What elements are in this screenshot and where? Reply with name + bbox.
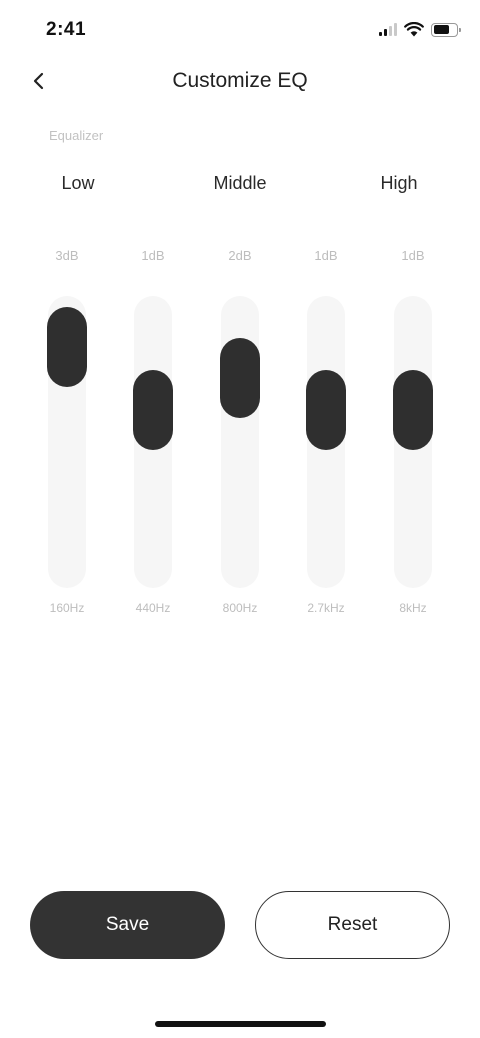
- status-icons: [379, 22, 461, 37]
- eq-slider-160hz: 3dB 160Hz: [37, 248, 97, 620]
- eq-slider-track[interactable]: [220, 296, 260, 588]
- eq-slider-thumb[interactable]: [306, 370, 346, 450]
- eq-slider-8khz: 1dB 8kHz: [383, 248, 443, 620]
- eq-slider-track[interactable]: [306, 296, 346, 588]
- nav-bar: Customize EQ: [0, 58, 480, 104]
- band-group-low: Low: [61, 173, 95, 193]
- band-group-high: High: [380, 173, 418, 193]
- page-title: Customize EQ: [172, 69, 308, 92]
- eq-slider-track[interactable]: [133, 296, 173, 588]
- reset-button[interactable]: Reset: [255, 891, 450, 959]
- eq-frequency-label: 2.7kHz: [307, 601, 345, 615]
- eq-gain-value: 2dB: [228, 248, 252, 263]
- band-group-middle: Middle: [213, 173, 267, 193]
- save-button[interactable]: Save: [30, 891, 225, 959]
- eq-gain-value: 1dB: [314, 248, 338, 263]
- eq-slider-thumb[interactable]: [220, 338, 260, 418]
- eq-slider-track[interactable]: [47, 296, 87, 588]
- eq-gain-value: 3dB: [55, 248, 79, 263]
- eq-frequency-label: 160Hz: [49, 601, 85, 615]
- section-label: Equalizer: [49, 128, 104, 143]
- eq-gain-value: 1dB: [401, 248, 425, 263]
- status-time: 2:41: [46, 19, 87, 40]
- home-indicator: [155, 1021, 326, 1027]
- eq-slider-thumb[interactable]: [133, 370, 173, 450]
- battery-icon: [431, 22, 461, 37]
- eq-slider-2-7khz: 1dB 2.7kHz: [296, 248, 356, 620]
- eq-slider-800hz: 2dB 800Hz: [210, 248, 270, 620]
- eq-gain-value: 1dB: [141, 248, 165, 263]
- status-bar: 2:41: [0, 0, 480, 60]
- eq-slider-440hz: 1dB 440Hz: [123, 248, 183, 620]
- eq-frequency-label: 440Hz: [135, 601, 171, 615]
- eq-frequency-label: 800Hz: [222, 601, 258, 615]
- cellular-signal-icon: [379, 23, 397, 36]
- eq-slider-thumb[interactable]: [47, 307, 87, 387]
- eq-slider-thumb[interactable]: [393, 370, 433, 450]
- eq-frequency-label: 8kHz: [399, 601, 427, 615]
- wifi-icon: [404, 22, 424, 37]
- eq-slider-track[interactable]: [393, 296, 433, 588]
